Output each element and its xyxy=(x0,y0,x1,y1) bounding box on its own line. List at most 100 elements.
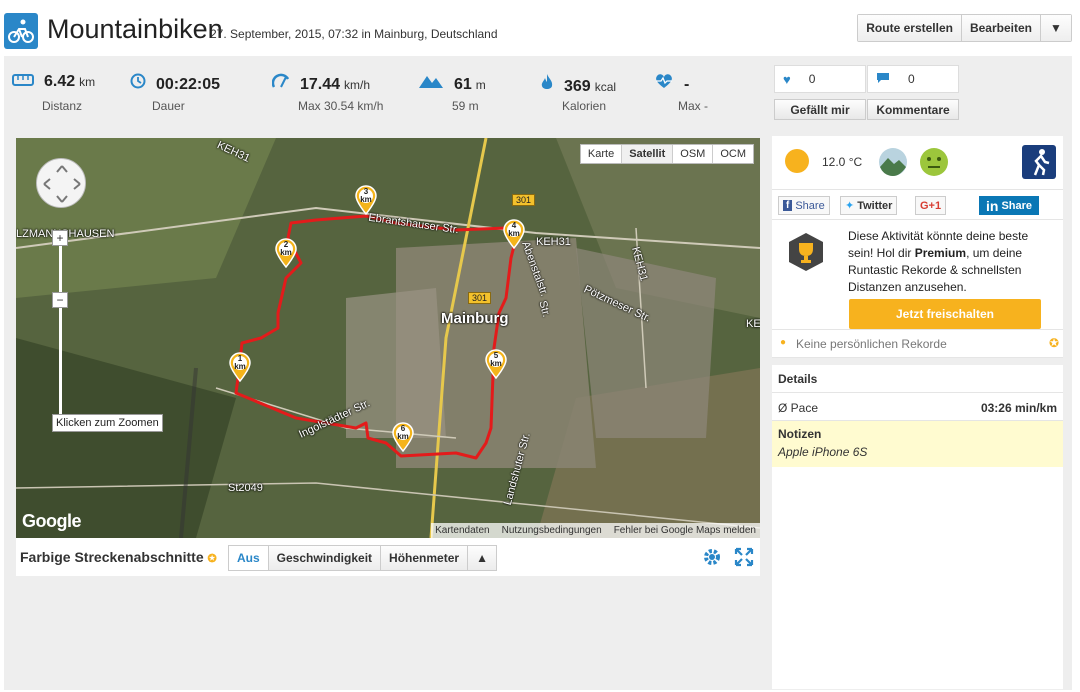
calories-unit: kcal xyxy=(594,80,617,94)
map-tab-satellit[interactable]: Satellit xyxy=(622,145,674,163)
speed-unit: km/h xyxy=(344,78,371,92)
share-row: f Share ✦ Twitter G+1 in Share xyxy=(772,190,1063,220)
road-sign-301-b: 301 xyxy=(468,292,492,304)
speedometer-icon xyxy=(271,73,290,94)
distance-value: 6.42 xyxy=(44,73,76,90)
map-tab-osm[interactable]: OSM xyxy=(673,145,714,163)
calories-label: Kalorien xyxy=(562,99,607,113)
personal-records-row[interactable]: ● Keine persönlichen Rekorde ✪ xyxy=(772,330,1063,358)
map-type-tabs: Karte Satellit OSM OCM xyxy=(579,144,754,164)
notes-title: Notizen xyxy=(778,427,822,441)
notes-value: Apple iPhone 6S xyxy=(778,445,868,459)
linkedin-share-button[interactable]: in Share xyxy=(979,196,1040,215)
km-marker-6[interactable]: 6 km xyxy=(391,422,415,457)
report-error-link[interactable]: Fehler bei Google Maps melden xyxy=(614,525,756,536)
map-data-link[interactable]: Kartendaten xyxy=(435,525,490,536)
km-marker-6-unit: km xyxy=(397,432,409,441)
fullscreen-icon[interactable] xyxy=(734,547,754,572)
km-marker-1[interactable]: 1 km xyxy=(228,352,252,387)
header-button-group: Route erstellen Bearbeiten ▼ xyxy=(857,14,1072,42)
colored-segments-bar: Farbige Streckenabschnitte ✪ Aus Geschwi… xyxy=(16,538,760,576)
km-marker-3-unit: km xyxy=(360,195,372,204)
segment-elevation-button[interactable]: Höhenmeter xyxy=(381,546,469,570)
map-tab-karte[interactable]: Karte xyxy=(580,145,623,163)
create-route-button[interactable]: Route erstellen xyxy=(858,15,962,41)
segment-off-button[interactable]: Aus xyxy=(229,546,269,570)
elevation-down-label: 59 m xyxy=(452,99,479,113)
km-marker-4-unit: km xyxy=(508,229,520,238)
road-label-st2049: St2049 xyxy=(228,482,263,494)
elevation-value: 61 xyxy=(454,76,472,93)
google-logo: Google xyxy=(22,511,82,531)
runtastic-app-icon xyxy=(1022,145,1056,184)
premium-promo-text: Diese Aktivität könnte deine beste sein!… xyxy=(848,228,1053,296)
right-panel: 12.0 °C f Share ✦ Twitter G+1 in Share D… xyxy=(772,136,1063,689)
segment-mode-buttons: Aus Geschwindigkeit Höhenmeter ▲ xyxy=(228,545,498,571)
terms-link[interactable]: Nutzungsbedingungen xyxy=(502,525,602,536)
km-marker-2[interactable]: 2 km xyxy=(274,238,298,273)
ruler-icon xyxy=(12,73,34,91)
calories-value: 369 xyxy=(564,78,591,95)
zoom-slider-track[interactable] xyxy=(59,230,62,430)
details-title: Details xyxy=(778,372,818,386)
googleplus-button[interactable]: G+1 xyxy=(915,196,947,215)
premium-star-icon: ✪ xyxy=(207,553,217,565)
speech-bubble-icon xyxy=(876,72,890,87)
medal-icon: ● xyxy=(780,337,787,348)
km-marker-4[interactable]: 4 km xyxy=(502,219,526,254)
promo-text-premium: Premium xyxy=(914,246,967,260)
distance-unit: km xyxy=(79,75,96,89)
km-marker-3[interactable]: 3 km xyxy=(354,185,378,220)
section-spacer xyxy=(772,358,1063,365)
stat-calories: 369 kcal Kalorien xyxy=(540,73,617,113)
facebook-share-button[interactable]: f Share xyxy=(778,196,830,215)
more-dropdown-button[interactable]: ▼ xyxy=(1041,15,1071,41)
stat-speed: 17.44 km/h Max 30.54 km/h xyxy=(271,73,383,113)
km-marker-5[interactable]: 5 km xyxy=(484,349,508,384)
sun-icon xyxy=(784,148,810,179)
distance-label: Distanz xyxy=(42,99,83,113)
pan-control[interactable] xyxy=(36,158,86,208)
duration-value: 00:22:05 xyxy=(156,76,221,93)
comments-count: 0 xyxy=(908,72,915,86)
stat-elevation: 61 m 59 m xyxy=(418,73,486,113)
page-title: Mountainbiken xyxy=(47,14,223,44)
segment-speed-button[interactable]: Geschwindigkeit xyxy=(268,546,382,570)
speed-value: 17.44 xyxy=(300,76,341,93)
trophy-icon xyxy=(786,232,826,277)
flame-icon xyxy=(540,73,554,96)
pace-row: Ø Pace 03:26 min/km xyxy=(772,393,1063,421)
town-label: Mainburg xyxy=(441,310,509,327)
comment-button[interactable]: Kommentare xyxy=(867,99,959,120)
road-label-keh31-a: KEH31 xyxy=(536,236,571,248)
like-button[interactable]: Gefällt mir xyxy=(774,99,866,120)
heartrate-icon xyxy=(654,73,674,94)
road-label-ke: KE xyxy=(746,318,760,330)
zoom-out-button[interactable]: − xyxy=(52,292,68,308)
twitter-share-button[interactable]: ✦ Twitter xyxy=(840,196,898,215)
temperature: 12.0 °C xyxy=(822,155,863,169)
notes-section: Notizen Apple iPhone 6S xyxy=(772,421,1063,467)
edit-button[interactable]: Bearbeiten xyxy=(961,15,1041,41)
map-tab-ocm[interactable]: OCM xyxy=(713,145,753,163)
unlock-premium-button[interactable]: Jetzt freischalten xyxy=(849,299,1041,329)
map-attribution: Kartendaten Nutzungsbedingungen Fehler b… xyxy=(431,523,760,538)
settings-gear-icon[interactable] xyxy=(702,547,722,572)
max-speed-label: Max 30.54 km/h xyxy=(298,99,384,113)
segment-collapse-button[interactable]: ▲ xyxy=(468,546,497,570)
colored-segments-text: Farbige Streckenabschnitte xyxy=(20,549,204,565)
stat-distance: 6.42 km Distanz xyxy=(12,73,96,113)
weather-row: 12.0 °C xyxy=(772,136,1063,190)
duration-label: Dauer xyxy=(152,99,185,113)
road-sign-301-a: 301 xyxy=(512,194,536,206)
zoom-in-button[interactable]: + xyxy=(52,230,68,246)
satellite-imagery xyxy=(16,138,760,538)
personal-records-label: Keine persönlichen Rekorde xyxy=(796,337,947,351)
likes-count: 0 xyxy=(808,72,816,86)
activity-date-location: 27. September, 2015, 07:32 in Mainburg, … xyxy=(210,27,498,41)
premium-star-icon: ✪ xyxy=(1048,336,1059,350)
elevation-unit: m xyxy=(475,78,486,92)
heart-icon: ♥ xyxy=(783,71,791,87)
route-map[interactable]: Mainburg LZMANNSHAUSEN Ebrantshauser Str… xyxy=(16,138,760,538)
km-marker-2-unit: km xyxy=(280,248,292,257)
